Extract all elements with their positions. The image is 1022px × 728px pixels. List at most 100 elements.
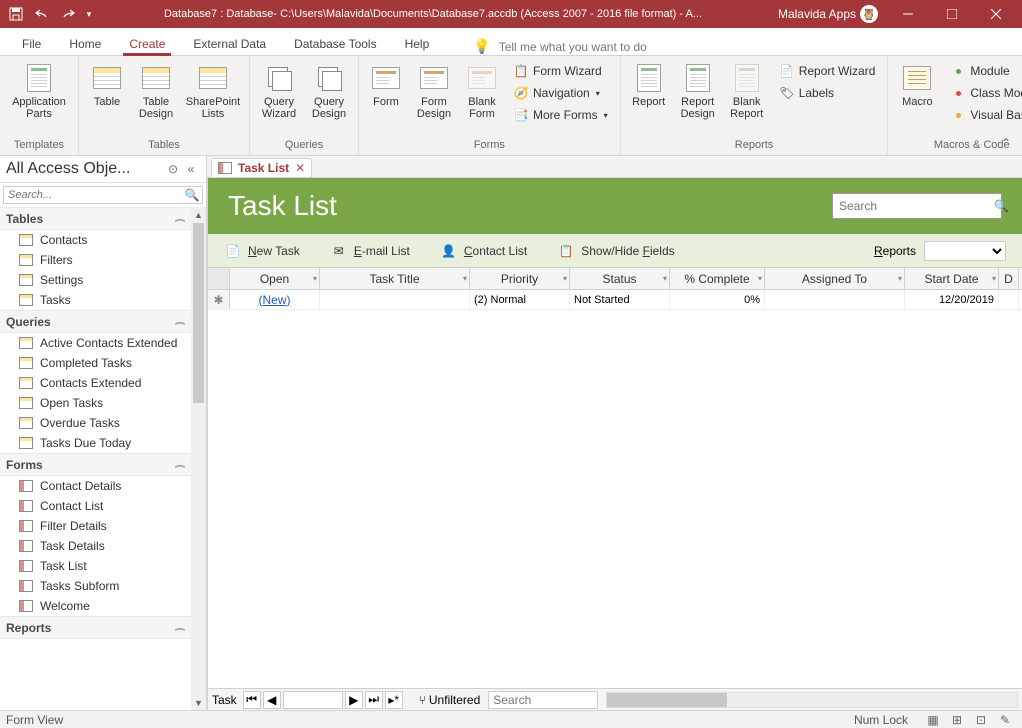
- search-icon[interactable]: 🔍: [994, 199, 1009, 213]
- form-search-input[interactable]: [839, 199, 994, 213]
- table-design-button[interactable]: Table Design: [133, 60, 179, 137]
- nav-scrollbar[interactable]: ▲ ▼: [191, 207, 206, 710]
- nav-item-contact-list[interactable]: Contact List: [0, 496, 191, 516]
- nav-item-open-tasks[interactable]: Open Tasks: [0, 393, 191, 413]
- recnav-first[interactable]: ⏮: [243, 691, 261, 709]
- blank-report-button[interactable]: Blank Report: [725, 60, 769, 137]
- nav-item-active-contacts[interactable]: Active Contacts Extended: [0, 333, 191, 353]
- view-layout-button[interactable]: ⊡: [970, 712, 992, 728]
- show-hide-fields-button[interactable]: 📋Show/Hide Fields: [557, 242, 674, 260]
- col-status[interactable]: Status▾: [570, 268, 670, 289]
- redo-button[interactable]: [56, 3, 80, 25]
- tell-me-search[interactable]: 💡 Tell me what you want to do: [473, 38, 647, 55]
- visual-basic-button[interactable]: Visual Basic: [944, 104, 1022, 126]
- nav-item-completed-tasks[interactable]: Completed Tasks: [0, 353, 191, 373]
- nav-collapse-button[interactable]: «: [182, 162, 200, 176]
- macro-button[interactable]: Macro: [894, 60, 940, 137]
- recnav-new[interactable]: ▸*: [385, 691, 403, 709]
- navigation-button[interactable]: 🧭Navigation▾: [507, 82, 614, 104]
- recnav-position[interactable]: [283, 691, 343, 709]
- nav-dropdown-button[interactable]: ⊙: [164, 162, 182, 176]
- tab-database-tools[interactable]: Database Tools: [280, 33, 391, 55]
- table-button[interactable]: Table: [85, 60, 129, 137]
- save-button[interactable]: [4, 3, 28, 25]
- cell-open[interactable]: (New): [230, 290, 320, 309]
- cell-status[interactable]: Not Started: [570, 290, 670, 309]
- nav-item-welcome[interactable]: Welcome: [0, 596, 191, 616]
- nav-title[interactable]: All Access Obje...: [6, 160, 164, 178]
- qat-customize[interactable]: ▾: [82, 3, 96, 25]
- nav-item-overdue-tasks[interactable]: Overdue Tasks: [0, 413, 191, 433]
- col-d[interactable]: D: [999, 268, 1019, 289]
- new-task-button[interactable]: 📄New Task: [224, 242, 300, 260]
- scroll-down-icon[interactable]: ▼: [191, 695, 206, 710]
- undo-button[interactable]: [30, 3, 54, 25]
- new-row-indicator[interactable]: ✱: [208, 290, 230, 309]
- cell-d[interactable]: [999, 290, 1019, 309]
- col-start-date[interactable]: Start Date▾: [905, 268, 999, 289]
- nav-search-input[interactable]: [4, 187, 182, 203]
- col-priority[interactable]: Priority▾: [470, 268, 570, 289]
- col-assigned-to[interactable]: Assigned To▾: [765, 268, 905, 289]
- email-list-button[interactable]: ✉E-mail List: [330, 242, 410, 260]
- new-record-row[interactable]: ✱ (New) (2) Normal Not Started 0% 12/20/…: [208, 290, 1022, 310]
- collapse-ribbon-button[interactable]: ⌃: [996, 135, 1016, 151]
- recnav-filter[interactable]: ⑂Unfiltered: [419, 693, 481, 707]
- report-button[interactable]: Report: [627, 60, 671, 137]
- col-open[interactable]: Open▾: [230, 268, 320, 289]
- nav-item-settings[interactable]: Settings: [0, 270, 191, 290]
- nav-item-task-list[interactable]: Task List: [0, 556, 191, 576]
- form-design-button[interactable]: Form Design: [411, 60, 457, 137]
- row-selector-header[interactable]: [208, 268, 230, 289]
- maximize-button[interactable]: [930, 0, 974, 28]
- more-forms-button[interactable]: 📑More Forms▾: [507, 104, 614, 126]
- view-design-button[interactable]: ✎: [994, 712, 1016, 728]
- nav-item-filters[interactable]: Filters: [0, 250, 191, 270]
- application-parts-button[interactable]: Application Parts: [6, 60, 72, 137]
- col-complete[interactable]: % Complete▾: [670, 268, 765, 289]
- sharepoint-lists-button[interactable]: SharePoint Lists: [183, 60, 243, 137]
- form-button[interactable]: Form: [365, 60, 407, 137]
- recnav-next[interactable]: ▶: [345, 691, 363, 709]
- nav-item-contacts[interactable]: Contacts: [0, 230, 191, 250]
- query-design-button[interactable]: Query Design: [306, 60, 352, 137]
- scroll-up-icon[interactable]: ▲: [191, 207, 206, 222]
- class-module-button[interactable]: Class Module: [944, 82, 1022, 104]
- nav-cat-tables[interactable]: Tables︽: [0, 207, 191, 230]
- nav-item-tasks-due-today[interactable]: Tasks Due Today: [0, 433, 191, 453]
- tab-external-data[interactable]: External Data: [179, 33, 280, 55]
- nav-item-tasks[interactable]: Tasks: [0, 290, 191, 310]
- nav-cat-queries[interactable]: Queries︽: [0, 310, 191, 333]
- minimize-button[interactable]: [886, 0, 930, 28]
- nav-item-filter-details[interactable]: Filter Details: [0, 516, 191, 536]
- tab-create[interactable]: Create: [115, 33, 179, 55]
- tab-help[interactable]: Help: [391, 33, 444, 55]
- labels-button[interactable]: 🏷Labels: [773, 82, 882, 104]
- nav-item-task-details[interactable]: Task Details: [0, 536, 191, 556]
- close-button[interactable]: [974, 0, 1018, 28]
- recnav-last[interactable]: ⏭: [365, 691, 383, 709]
- recnav-search[interactable]: [488, 691, 598, 709]
- cell-assigned[interactable]: [765, 290, 905, 309]
- hscroll-thumb[interactable]: [607, 693, 727, 707]
- tab-file[interactable]: File: [8, 33, 55, 55]
- col-task-title[interactable]: Task Title▾: [320, 268, 470, 289]
- cell-priority[interactable]: (2) Normal: [470, 290, 570, 309]
- tab-home[interactable]: Home: [55, 33, 115, 55]
- report-design-button[interactable]: Report Design: [675, 60, 721, 137]
- horizontal-scrollbar[interactable]: [606, 692, 1018, 708]
- report-wizard-button[interactable]: 📄Report Wizard: [773, 60, 882, 82]
- form-wizard-button[interactable]: 📋Form Wizard: [507, 60, 614, 82]
- query-wizard-button[interactable]: Query Wizard: [256, 60, 302, 137]
- doc-tab-task-list[interactable]: Task List ✕: [211, 158, 312, 177]
- cell-start-date[interactable]: 12/20/2019: [905, 290, 999, 309]
- close-tab-button[interactable]: ✕: [295, 161, 305, 175]
- nav-item-contacts-ext[interactable]: Contacts Extended: [0, 373, 191, 393]
- cell-complete[interactable]: 0%: [670, 290, 765, 309]
- view-datasheet-button[interactable]: ⊞: [946, 712, 968, 728]
- nav-cat-forms[interactable]: Forms︽: [0, 453, 191, 476]
- nav-item-contact-details[interactable]: Contact Details: [0, 476, 191, 496]
- recnav-prev[interactable]: ◀: [263, 691, 281, 709]
- contact-list-button[interactable]: 👤Contact List: [440, 242, 527, 260]
- reports-dropdown[interactable]: [924, 241, 1006, 261]
